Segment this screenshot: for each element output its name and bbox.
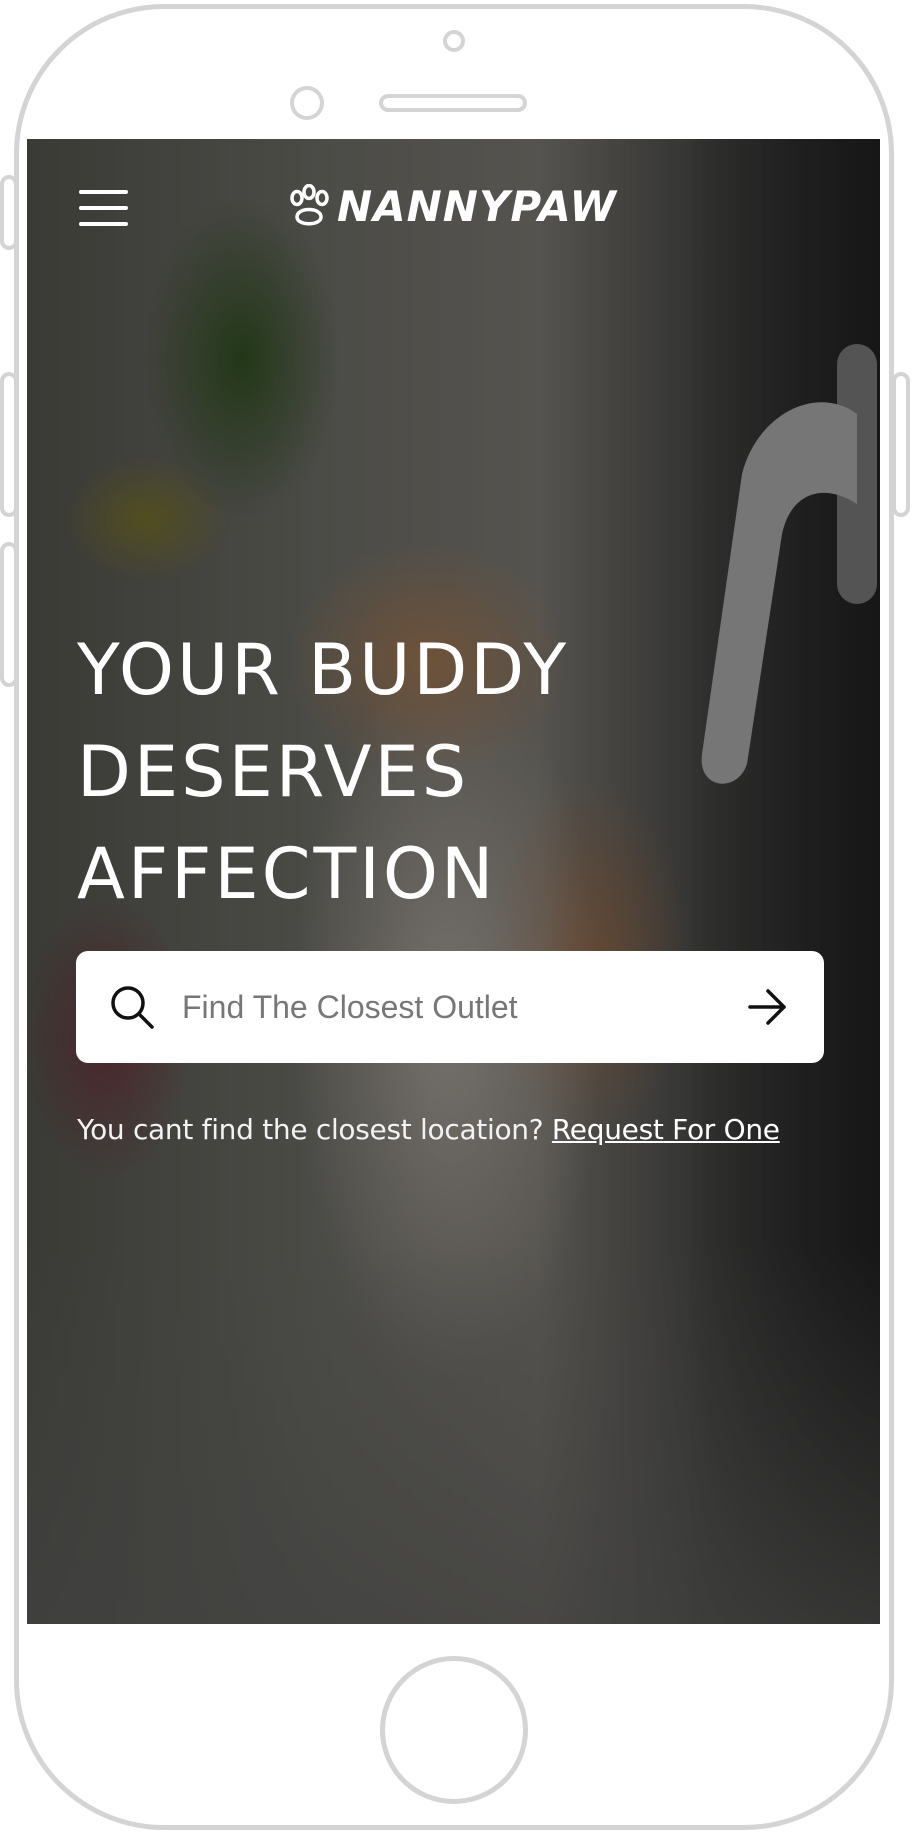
outlet-search-input[interactable] <box>182 951 722 1063</box>
phone-home-button <box>380 1656 528 1804</box>
phone-camera <box>443 30 465 52</box>
help-message: You cant find the closest location? <box>77 1113 544 1146</box>
search-icon <box>111 986 154 1029</box>
request-location-link[interactable]: Request For One <box>552 1113 780 1146</box>
hero-title-line: YOUR BUDDY <box>77 629 570 711</box>
brand-logo[interactable]: NANNYPAW <box>287 177 617 237</box>
paw-icon <box>290 184 329 226</box>
hero-title-line: DESERVES <box>77 731 470 813</box>
phone-speaker <box>379 94 527 112</box>
brand-name: NANNYPAW <box>337 182 617 231</box>
arrow-right-icon[interactable] <box>746 987 790 1027</box>
phone-front-camera <box>290 86 324 120</box>
phone-side-button-top <box>0 175 18 250</box>
hamburger-menu-icon[interactable] <box>79 189 129 229</box>
hero-title-line: AFFECTION <box>77 833 497 915</box>
phone-volume-up-button <box>0 372 18 517</box>
app-screen: NANNYPAW YOUR BUDDY DESERVES AFFECTION Y… <box>27 139 880 1624</box>
phone-power-button <box>892 372 910 517</box>
help-text: You cant find the closest location? Requ… <box>77 1113 837 1146</box>
phone-volume-down-button <box>0 542 18 687</box>
outlet-search-box <box>76 951 824 1063</box>
hero-title: YOUR BUDDY DESERVES AFFECTION <box>77 619 777 925</box>
